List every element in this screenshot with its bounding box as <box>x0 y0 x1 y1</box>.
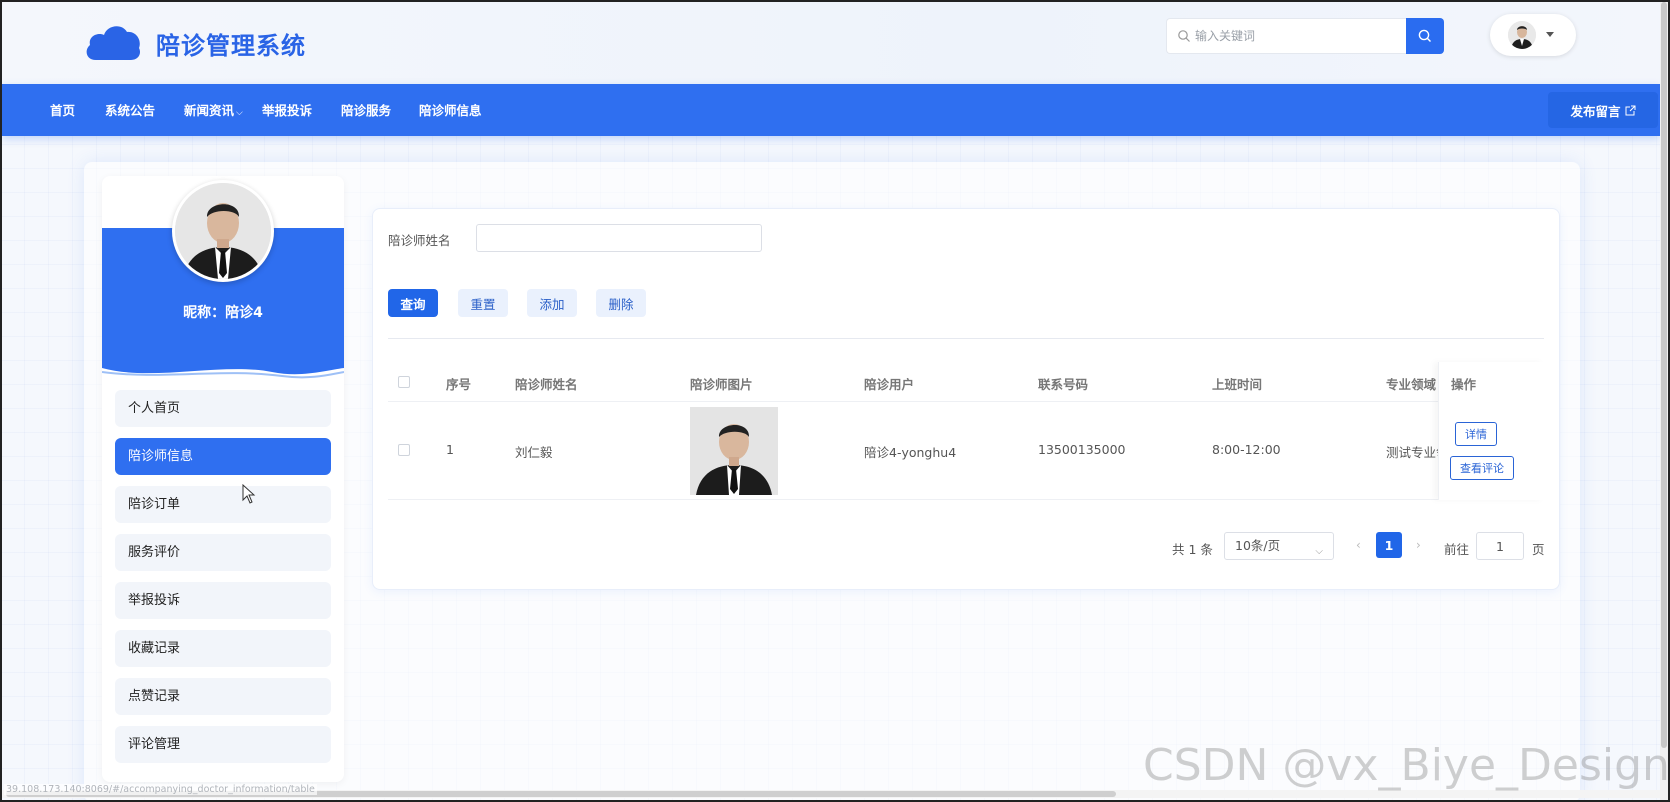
view-comments-button[interactable]: 查看评论 <box>1450 456 1514 480</box>
user-avatar <box>1508 21 1536 49</box>
search-icon <box>1178 30 1190 42</box>
chevron-down-icon: ⌵ <box>1315 546 1323 557</box>
nav-reports[interactable]: 举报投诉 <box>262 100 312 119</box>
person-photo-icon <box>690 407 778 495</box>
nav-doctor-info[interactable]: 陪诊师信息 <box>419 100 482 119</box>
app-title: 陪诊管理系统 <box>156 32 306 60</box>
column-header-name: 陪诊师姓名 <box>515 377 578 392</box>
reset-button[interactable]: 重置 <box>458 289 508 317</box>
table-row: 1 刘仁毅 陪诊4-yonghu4 13500135000 8:00-12:00… <box>388 402 1544 500</box>
column-header-photo: 陪诊师图片 <box>690 377 753 392</box>
divider <box>388 338 1544 339</box>
column-header-phone: 联系号码 <box>1038 377 1089 392</box>
row-checkbox[interactable] <box>398 444 410 456</box>
sidebar-item-comments[interactable]: 评论管理 <box>115 726 331 763</box>
nav-announcements[interactable]: 系统公告 <box>105 100 155 119</box>
banner-wave <box>102 368 344 382</box>
sidebar-item-reports[interactable]: 举报投诉 <box>115 582 331 619</box>
external-edit-icon <box>1625 105 1635 115</box>
operations-column: 操作 详情 查看评论 <box>1438 362 1544 500</box>
cloud-logo-icon <box>86 26 141 60</box>
publish-message-button[interactable]: 发布留言 <box>1548 92 1658 128</box>
goto-label: 前往 <box>1444 542 1470 557</box>
page-1-button[interactable]: 1 <box>1376 532 1402 558</box>
sidebar-item-doctor-info[interactable]: 陪诊师信息 <box>115 438 331 475</box>
sidebar-item-reviews[interactable]: 服务评价 <box>115 534 331 571</box>
goto-page-input[interactable] <box>1476 532 1524 560</box>
column-header-actions: 操作 <box>1451 377 1477 392</box>
doctor-photo <box>690 407 778 495</box>
vertical-scrollbar-thumb[interactable] <box>1661 2 1667 748</box>
status-bar-url: 39.108.173.140:8069/#/accompanying_docto… <box>4 784 317 795</box>
select-all-checkbox[interactable] <box>398 376 410 388</box>
doctor-name-input[interactable] <box>476 224 762 252</box>
delete-button[interactable]: 删除 <box>596 289 646 317</box>
pagination-total: 共 1 条 <box>1172 542 1213 557</box>
profile-avatar <box>172 180 274 282</box>
page-size-select[interactable]: 10条/页 ⌵ <box>1224 532 1334 560</box>
cell-name: 刘仁毅 <box>515 445 553 460</box>
search-box <box>1166 18 1406 54</box>
search-input[interactable] <box>1195 19 1400 53</box>
sidebar-item-favorites[interactable]: 收藏记录 <box>115 630 331 667</box>
goto-suffix: 页 <box>1532 542 1545 557</box>
chevron-down-icon <box>1546 32 1554 37</box>
nickname: 昵称：陪诊4 <box>183 305 263 321</box>
cell-work-time: 8:00-12:00 <box>1212 442 1281 457</box>
nav-news-label: 新闻资讯 <box>184 103 235 118</box>
add-button[interactable]: 添加 <box>527 289 577 317</box>
main-nav: 首页 系统公告 新闻资讯 ⌵ 举报投诉 陪诊服务 陪诊师信息 <box>2 84 1660 136</box>
mouse-cursor-icon <box>242 484 256 504</box>
search-icon <box>1418 29 1431 42</box>
sidebar-item-orders[interactable]: 陪诊订单 <box>115 486 331 523</box>
filter-label: 陪诊师姓名 <box>388 233 451 248</box>
search-button[interactable] <box>1406 18 1444 54</box>
cell-index: 1 <box>446 442 454 457</box>
watermark: CSDN @vx_Biye_Design <box>1143 740 1670 791</box>
detail-button[interactable]: 详情 <box>1455 422 1497 446</box>
user-sidebar: 昵称：陪诊4 个人首页 陪诊师信息 陪诊订单 服务评价 举报投诉 收藏记录 点赞… <box>102 176 344 782</box>
query-button[interactable]: 查询 <box>388 289 438 317</box>
column-header-user: 陪诊用户 <box>864 377 915 392</box>
page-size-value: 10条/页 <box>1235 538 1281 553</box>
table-header: 序号 陪诊师姓名 陪诊师图片 陪诊用户 联系号码 上班时间 专业领域 <box>388 362 1544 402</box>
prev-page-icon[interactable]: ‹ <box>1356 538 1361 552</box>
column-header-field: 专业领域 <box>1386 377 1437 392</box>
user-menu[interactable] <box>1490 14 1576 56</box>
next-page-icon[interactable]: › <box>1416 538 1421 552</box>
nav-news[interactable]: 新闻资讯 ⌵ <box>184 100 243 119</box>
column-header-work-time: 上班时间 <box>1212 377 1263 392</box>
publish-message-label: 发布留言 <box>1570 103 1621 119</box>
nav-services[interactable]: 陪诊服务 <box>341 100 391 119</box>
person-photo-icon <box>175 183 271 279</box>
chevron-down-icon: ⌵ <box>236 108 243 118</box>
person-photo-icon <box>1508 21 1536 49</box>
cell-phone: 13500135000 <box>1038 442 1126 457</box>
sidebar-item-likes[interactable]: 点赞记录 <box>115 678 331 715</box>
column-header-index: 序号 <box>446 377 472 392</box>
sidebar-item-home[interactable]: 个人首页 <box>115 390 331 427</box>
cell-user: 陪诊4-yonghu4 <box>864 445 957 460</box>
cell-field: 测试专业领域 <box>1386 445 1442 460</box>
nav-home[interactable]: 首页 <box>50 100 75 119</box>
